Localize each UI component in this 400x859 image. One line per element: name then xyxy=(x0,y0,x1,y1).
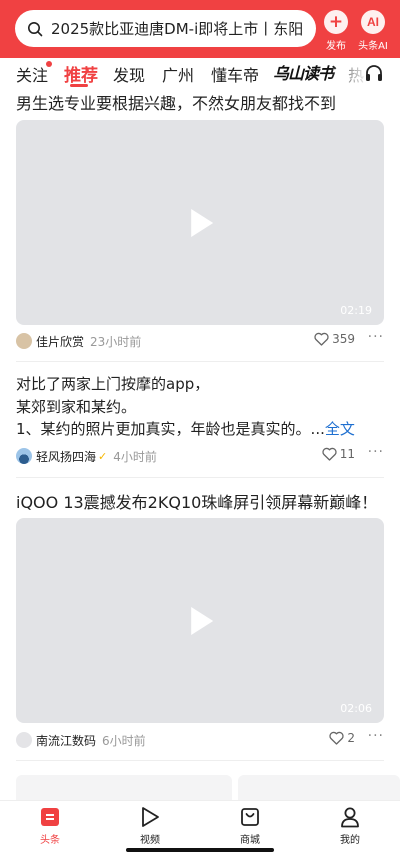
article-meta: 南流江数码 6小时前 2 ··· xyxy=(16,728,384,750)
play-icon xyxy=(191,208,214,237)
divider xyxy=(16,760,384,761)
avatar[interactable] xyxy=(16,448,32,464)
tab-reading[interactable]: 乌山读书 xyxy=(273,60,334,84)
video-duration: 02:19 xyxy=(340,304,372,317)
heart-icon xyxy=(314,332,329,346)
publish-time: 4小时前 xyxy=(113,449,157,464)
like-button[interactable]: 11 xyxy=(322,447,355,461)
publish-button[interactable]: + 发布 xyxy=(316,8,356,52)
post-text-line[interactable]: 对比了两家上门按摩的app， xyxy=(16,373,209,395)
like-count: 359 xyxy=(332,332,355,346)
search-bar[interactable]: 2025款比亚迪唐DM-i即将上市丨东阳 xyxy=(15,10,316,47)
post-text-excerpt: 1、某约的照片更加真实，年龄也是真实的。... xyxy=(16,420,325,438)
shop-icon xyxy=(241,808,259,826)
publish-label: 发布 xyxy=(326,41,346,52)
ai-icon: AI xyxy=(361,10,385,34)
tab-discover[interactable]: 发现 xyxy=(113,62,145,86)
home-indicator xyxy=(126,848,274,852)
more-icon[interactable]: ··· xyxy=(368,329,384,345)
nav-profile[interactable]: 我的 xyxy=(320,805,380,846)
article-title[interactable]: iQOO 13震撼发布2KQ10珠峰屏引领屏幕新巅峰！ xyxy=(16,492,377,514)
top-header: 2025款比亚迪唐DM-i即将上市丨东阳 + 发布 AI 头条AI xyxy=(0,0,400,58)
tab-follow[interactable]: 关注 xyxy=(16,62,48,86)
tab-recommend[interactable]: 推荐 xyxy=(64,61,98,86)
ai-label: 头条AI xyxy=(358,41,388,52)
more-icon[interactable]: ··· xyxy=(368,728,384,744)
nav-home[interactable]: 头条 xyxy=(20,805,80,846)
nav-label: 我的 xyxy=(340,835,360,846)
user-icon xyxy=(341,807,359,828)
video-thumbnail[interactable]: 02:06 xyxy=(16,518,384,723)
avatar[interactable] xyxy=(16,732,32,748)
nav-mall[interactable]: 商城 xyxy=(220,805,280,846)
toutiao-ai-button[interactable]: AI 头条AI xyxy=(353,8,393,52)
publish-time: 23小时前 xyxy=(90,334,142,349)
post-meta: 轻风扬四海 ✓ 4小时前 11 ··· xyxy=(16,444,384,466)
nav-video[interactable]: 视频 xyxy=(120,805,180,846)
video-duration: 02:06 xyxy=(340,702,372,715)
search-query: 2025款比亚迪唐DM-i即将上市丨东阳 xyxy=(51,20,304,38)
source-name[interactable]: 南流江数码 xyxy=(36,732,96,749)
active-tab-indicator xyxy=(70,84,88,87)
tab-follow-dot xyxy=(46,61,52,67)
source-name[interactable]: 佳片欣赏 xyxy=(36,333,84,350)
play-icon xyxy=(191,606,214,635)
post-text-line[interactable]: 某郊到家和某约。 xyxy=(16,396,136,418)
heart-icon xyxy=(322,447,337,461)
video-thumbnail[interactable]: 02:19 xyxy=(16,120,384,325)
full-text-link[interactable]: 全文 xyxy=(325,420,355,438)
nav-label: 视频 xyxy=(140,835,160,846)
tab-guangzhou[interactable]: 广州 xyxy=(162,62,194,86)
home-icon xyxy=(41,808,59,826)
search-icon xyxy=(28,21,43,36)
article-title[interactable]: 男生选专业要根据兴趣，不然女朋友都找不到 xyxy=(16,93,336,115)
divider xyxy=(16,477,384,478)
divider xyxy=(16,361,384,362)
avatar[interactable] xyxy=(16,333,32,349)
like-button[interactable]: 359 xyxy=(314,332,355,346)
tab-dongchedi[interactable]: 懂车帝 xyxy=(211,62,259,86)
verified-icon: ✓ xyxy=(98,449,108,463)
publish-time: 6小时前 xyxy=(102,733,146,748)
nav-label: 头条 xyxy=(40,835,60,846)
heart-icon xyxy=(329,731,344,745)
like-count: 2 xyxy=(347,731,355,745)
plus-icon: + xyxy=(324,10,348,34)
source-name[interactable]: 轻风扬四海 xyxy=(36,448,96,465)
headphones-icon[interactable] xyxy=(364,64,384,82)
more-icon[interactable]: ··· xyxy=(368,444,384,460)
video-play-icon xyxy=(142,807,159,827)
article-meta: 佳片欣赏 23小时前 359 ··· xyxy=(16,329,384,351)
like-count: 11 xyxy=(339,447,355,461)
post-text-line[interactable]: 1、某约的照片更加真实，年龄也是真实的。...全文 xyxy=(16,418,355,440)
nav-label: 商城 xyxy=(240,835,260,846)
like-button[interactable]: 2 xyxy=(329,731,355,745)
